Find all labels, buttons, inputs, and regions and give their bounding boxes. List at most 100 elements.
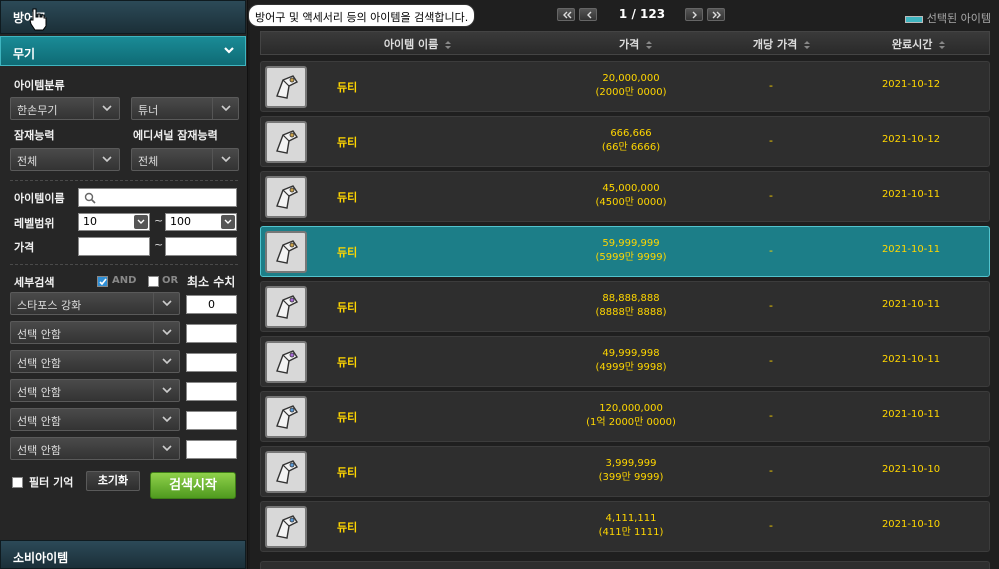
category-tab-consumable-label: 소비아이템 <box>13 551 69 565</box>
detail-min-value-input-5[interactable] <box>186 411 237 430</box>
item-icon <box>265 286 307 328</box>
item-price: 120,000,000 (1억 2000만 0000) <box>551 402 711 430</box>
filter-memory-checkbox[interactable] <box>12 477 23 488</box>
selected-item-legend: 선택된 아이템 <box>904 10 991 26</box>
category-main-value: 한손무기 <box>17 104 58 117</box>
category-tab-consumable[interactable]: 소비아이템 <box>0 540 246 569</box>
category-tab-armor[interactable]: 방어구 <box>0 0 246 34</box>
category-sub-value: 튜너 <box>138 104 159 117</box>
unit-price: - <box>769 464 773 477</box>
first-page-button[interactable] <box>557 8 575 21</box>
chevron-down-icon <box>153 322 179 343</box>
search-results-panel: 방어구 및 액세서리 등의 아이템을 검색합니다. 1 / 123 선택된 아이… <box>248 0 999 569</box>
table-row[interactable]: 듀티 4,111,111 (411만 1111) - 2021-10-10 <box>260 501 990 552</box>
price-number: 59,999,999 <box>602 238 660 249</box>
or-label: OR <box>162 275 179 286</box>
unit-price: - <box>769 519 773 532</box>
detail-min-value-input-4[interactable] <box>186 382 237 401</box>
detail-option-select-4[interactable]: 선택 안함 <box>10 379 180 402</box>
reset-button[interactable]: 초기화 <box>86 471 140 491</box>
price-number: 120,000,000 <box>599 403 663 414</box>
sort-icon <box>646 41 653 49</box>
detail-option-value: 선택 안함 <box>17 415 61 428</box>
detail-option-select-3[interactable]: 선택 안함 <box>10 350 180 373</box>
end-time: 2021-10-10 <box>881 519 941 530</box>
column-header-item-name[interactable]: 아이템 이름 <box>373 36 463 52</box>
level-max-value: 100 <box>170 215 191 228</box>
divider <box>10 180 238 181</box>
detail-min-value-input-6[interactable] <box>186 440 237 459</box>
table-row[interactable] <box>260 561 990 569</box>
category-tab-weapon[interactable]: 무기 <box>0 36 246 66</box>
price-min-input[interactable] <box>78 237 150 256</box>
detail-option-value: 스타포스 강화 <box>17 299 82 312</box>
item-price: 666,666 (66만 6666) <box>551 127 711 155</box>
price-number: 20,000,000 <box>602 73 660 84</box>
detail-min-value-input-3[interactable] <box>186 353 237 372</box>
item-name: 듀티 <box>337 191 358 204</box>
column-header-unit-price[interactable]: 개당 가격 <box>743 36 821 52</box>
double-chevron-right-icon <box>712 11 721 19</box>
or-checkbox[interactable] <box>148 276 159 287</box>
column-header-price[interactable]: 가격 <box>609 36 663 52</box>
potential-select[interactable]: 전체 <box>10 148 120 171</box>
chevron-down-icon <box>93 98 119 119</box>
and-checkbox[interactable] <box>97 276 108 287</box>
price-number: 49,999,998 <box>602 348 660 359</box>
prev-page-button[interactable] <box>579 8 597 21</box>
item-name-input[interactable] <box>78 188 237 207</box>
item-price: 3,999,999 (399만 9999) <box>551 457 711 485</box>
additional-potential-value: 전체 <box>138 155 159 168</box>
column-header-end-time[interactable]: 완료시간 <box>883 36 955 52</box>
hand-cursor-icon <box>29 8 47 31</box>
detail-search-label: 세부검색 <box>14 276 55 289</box>
table-row-selected[interactable]: 듀티 59,999,999 (5999만 9999) - 2021-10-11 <box>260 226 990 277</box>
price-range-separator: ~ <box>154 238 164 251</box>
price-label: 가격 <box>14 241 35 254</box>
item-price: 45,000,000 (4500만 0000) <box>551 182 711 210</box>
table-row[interactable]: 듀티 20,000,000 (2000만 0000) - 2021-10-12 <box>260 61 990 112</box>
end-time: 2021-10-11 <box>881 354 941 365</box>
price-korean: (4500만 0000) <box>595 197 667 208</box>
table-row[interactable]: 듀티 666,666 (66만 6666) - 2021-10-12 <box>260 116 990 167</box>
additional-potential-select[interactable]: 전체 <box>131 148 239 171</box>
last-page-button[interactable] <box>707 8 725 21</box>
table-row[interactable]: 듀티 45,000,000 (4500만 0000) - 2021-10-11 <box>260 171 990 222</box>
end-time: 2021-10-11 <box>881 189 941 200</box>
detail-min-value-input-1[interactable]: 0 <box>186 295 237 314</box>
table-row[interactable]: 듀티 120,000,000 (1억 2000만 0000) - 2021-10-… <box>260 391 990 442</box>
category-sub-select[interactable]: 튜너 <box>131 97 239 120</box>
detail-option-select-5[interactable]: 선택 안함 <box>10 408 180 431</box>
chevron-left-icon <box>587 11 592 19</box>
item-name: 듀티 <box>337 81 358 94</box>
detail-option-select-1[interactable]: 스타포스 강화 <box>10 292 180 315</box>
chevron-down-icon <box>153 380 179 401</box>
level-min-select[interactable]: 10 <box>78 213 150 231</box>
unit-price: - <box>769 409 773 422</box>
price-korean: (399만 9999) <box>598 472 664 483</box>
level-max-select[interactable]: 100 <box>165 213 237 231</box>
detail-min-value: 0 <box>208 298 215 311</box>
filter-memory-label: 필터 기억 <box>29 476 74 489</box>
table-row[interactable]: 듀티 88,888,888 (8888만 8888) - 2021-10-11 <box>260 281 990 332</box>
potential-value: 전체 <box>17 155 38 168</box>
item-price: 4,111,111 (411만 1111) <box>551 512 711 540</box>
table-row[interactable]: 듀티 49,999,998 (4999만 9998) - 2021-10-11 <box>260 336 990 387</box>
detail-option-select-2[interactable]: 선택 안함 <box>10 321 180 344</box>
table-row[interactable]: 듀티 3,999,999 (399만 9999) - 2021-10-10 <box>260 446 990 497</box>
divider <box>10 264 238 265</box>
chevron-down-icon <box>221 215 235 229</box>
category-main-select[interactable]: 한손무기 <box>10 97 120 120</box>
detail-option-value: 선택 안함 <box>17 386 61 399</box>
price-max-input[interactable] <box>165 237 237 256</box>
end-time: 2021-10-11 <box>881 244 941 255</box>
detail-option-select-6[interactable]: 선택 안함 <box>10 437 180 460</box>
item-name: 듀티 <box>337 136 358 149</box>
chevron-down-icon <box>212 149 238 170</box>
price-number: 45,000,000 <box>602 183 660 194</box>
search-start-button[interactable]: 검색시작 <box>150 472 236 499</box>
help-tooltip: 방어구 및 액세서리 등의 아이템을 검색합니다. <box>248 4 476 27</box>
next-page-button[interactable] <box>685 8 703 21</box>
detail-min-value-input-2[interactable] <box>186 324 237 343</box>
unit-price: - <box>769 354 773 367</box>
